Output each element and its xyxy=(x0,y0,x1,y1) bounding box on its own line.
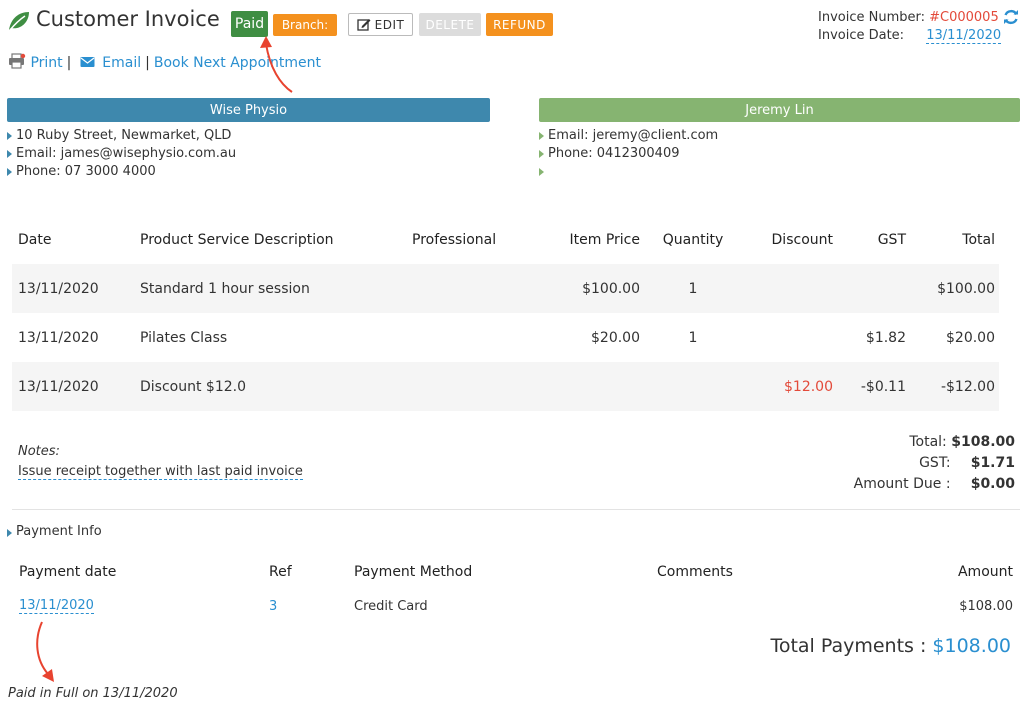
row-date: 13/11/2020 xyxy=(18,280,99,297)
row-gst: -$0.11 xyxy=(860,378,906,395)
edit-icon xyxy=(356,19,371,31)
client-extra xyxy=(539,163,718,181)
table-row: 13/11/2020 Pilates Class $20.00 1 $1.82 … xyxy=(12,313,999,362)
total-payments-label: Total Payments : xyxy=(770,635,927,657)
business-address: 10 Ruby Street, Newmarket, QLD xyxy=(7,127,236,145)
business-details: 10 Ruby Street, Newmarket, QLD Email: ja… xyxy=(7,127,236,181)
header-amount: Amount xyxy=(957,564,1013,580)
notes-section: Notes: Issue receipt together with last … xyxy=(18,442,303,482)
refresh-icon[interactable] xyxy=(1002,8,1020,30)
business-phone: Phone: 07 3000 4000 xyxy=(7,163,236,181)
row-description: Discount $12.0 xyxy=(140,378,246,395)
client-details: Email: jeremy@client.com Phone: 04123004… xyxy=(539,127,718,181)
total-payments-value: $108.00 xyxy=(932,635,1011,657)
page-title: Customer Invoice xyxy=(36,7,220,31)
invoice-number-label: Invoice Number: xyxy=(818,10,925,25)
row-total: -$12.00 xyxy=(940,378,995,395)
invoice-meta: Invoice Number: #C000005 Invoice Date: 1… xyxy=(818,9,1002,45)
header-date: Date xyxy=(18,232,52,248)
payments-table: Payment date Ref Payment Method Comments… xyxy=(12,555,1015,623)
client-name-bar: Jeremy Lin xyxy=(539,98,1020,122)
header-total: Total xyxy=(962,232,995,248)
row-gst: $1.82 xyxy=(865,329,906,346)
notes-label: Notes: xyxy=(18,444,60,459)
header-discount: Discount xyxy=(771,232,833,248)
section-divider xyxy=(12,509,1020,510)
header-item-price: Item Price xyxy=(569,232,640,248)
notes-text[interactable]: Issue receipt together with last paid in… xyxy=(18,464,303,480)
invoice-date-label: Invoice Date: xyxy=(818,28,905,43)
table-row: 13/11/2020 3 Credit Card $108.00 xyxy=(12,589,1015,623)
amount-due-value: $0.00 xyxy=(970,476,1015,492)
invoice-number: #C000005 xyxy=(929,10,999,25)
header-professional: Professional xyxy=(412,232,497,248)
row-quantity: 1 xyxy=(688,329,698,346)
payment-method: Credit Card xyxy=(354,598,428,614)
table-row: 13/11/2020 Discount $12.0 $12.00 -$0.11 … xyxy=(12,362,999,411)
email-icon[interactable] xyxy=(75,55,102,71)
row-quantity: 1 xyxy=(688,280,698,297)
payments-header-row: Payment date Ref Payment Method Comments… xyxy=(12,555,1015,589)
branch-badge[interactable]: Branch: xyxy=(273,14,337,36)
business-email: Email: james@wisephysio.com.au xyxy=(7,145,236,163)
total-payments: Total Payments : $108.00 xyxy=(770,635,1011,657)
row-discount: $12.00 xyxy=(784,378,833,395)
annotation-arrow-up xyxy=(260,36,293,93)
row-date: 13/11/2020 xyxy=(18,378,99,395)
row-total: $100.00 xyxy=(937,280,995,297)
email-link[interactable]: Email xyxy=(102,55,141,71)
print-link[interactable]: Print xyxy=(30,55,62,71)
header-gst: GST xyxy=(877,232,906,248)
row-total: $20.00 xyxy=(946,329,995,346)
gst-label: GST: xyxy=(919,455,951,471)
payment-info-toggle[interactable]: Payment Info xyxy=(7,524,102,539)
refund-button[interactable]: REFUND xyxy=(486,13,553,36)
table-row: 13/11/2020 Standard 1 hour session $100.… xyxy=(12,264,999,313)
table-header-row: Date Product Service Description Profess… xyxy=(12,216,999,264)
row-date: 13/11/2020 xyxy=(18,329,99,346)
payment-date-link[interactable]: 13/11/2020 xyxy=(19,598,94,614)
header-quantity: Quantity xyxy=(662,232,724,248)
delete-button[interactable]: DELETE xyxy=(419,13,481,36)
header-ref: Ref xyxy=(269,564,292,580)
payment-ref-link[interactable]: 3 xyxy=(269,589,277,623)
row-description: Pilates Class xyxy=(140,329,228,346)
client-phone: Phone: 0412300409 xyxy=(539,145,718,163)
paid-in-full-note: Paid in Full on 13/11/2020 xyxy=(8,686,178,701)
client-email: Email: jeremy@client.com xyxy=(539,127,718,145)
row-item-price: $100.00 xyxy=(582,280,640,297)
payment-amount: $108.00 xyxy=(959,598,1013,614)
header-comments: Comments xyxy=(657,564,733,580)
row-quantity xyxy=(664,362,722,411)
header-payment-method: Payment Method xyxy=(354,564,473,580)
invoice-date[interactable]: 13/11/2020 xyxy=(926,28,1002,44)
business-name-bar: Wise Physio xyxy=(7,98,490,122)
total-value: $108.00 xyxy=(951,434,1015,450)
annotation-arrow-down xyxy=(36,621,54,682)
edit-button[interactable]: EDIT xyxy=(348,13,413,36)
header-description: Product Service Description xyxy=(140,232,334,248)
print-icon[interactable] xyxy=(8,53,30,71)
gst-value: $1.71 xyxy=(970,455,1015,471)
invoice-items-table: Date Product Service Description Profess… xyxy=(12,216,999,411)
total-label: Total: xyxy=(909,434,947,450)
edit-label: EDIT xyxy=(374,17,405,32)
row-item-price: $20.00 xyxy=(591,329,640,346)
leaf-icon xyxy=(7,10,31,36)
totals-summary: Total: $108.00 GST: $1.71 Amount Due : $… xyxy=(854,432,1015,495)
row-description: Standard 1 hour session xyxy=(140,280,310,297)
header-payment-date: Payment date xyxy=(19,564,117,580)
amount-due-label: Amount Due : xyxy=(853,476,951,492)
